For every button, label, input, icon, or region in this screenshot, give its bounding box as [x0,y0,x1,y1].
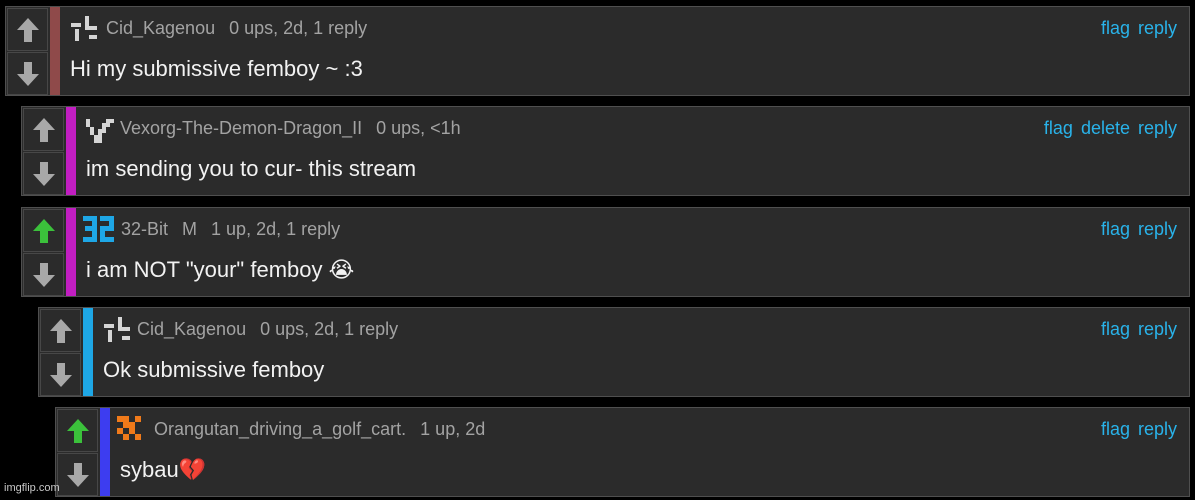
32-bit-avatar-icon[interactable] [82,214,116,244]
upvote-button[interactable] [40,309,81,352]
reply-link[interactable]: reply [1138,319,1177,339]
upvote-button[interactable] [57,409,98,452]
comment-actions: flag reply [1093,419,1177,440]
downvote-button[interactable] [23,253,64,296]
arrow-down-icon [32,262,55,287]
comment-actions: flag reply [1093,219,1177,240]
username-link[interactable]: Orangutan_driving_a_golf_cart. [154,419,406,439]
comment-meta: Vexorg-The-Demon-Dragon_II 0 ups, <1h [120,118,461,139]
comment-meta: Cid_Kagenou 0 ups, 2d, 1 reply [137,319,398,340]
comment-meta: 32-Bit M 1 up, 2d, 1 reply [121,219,340,240]
comment-meta: Orangutan_driving_a_golf_cart. 1 up, 2d [154,419,485,440]
comment-meta: Cid_Kagenou 0 ups, 2d, 1 reply [106,18,367,39]
upvote-button[interactable] [7,8,48,51]
delete-link[interactable]: delete [1081,118,1130,138]
username-link[interactable]: Cid_Kagenou [106,18,215,38]
downvote-button[interactable] [7,52,48,95]
arrow-up-icon [32,218,55,243]
upvote-button[interactable] [23,209,64,252]
thread-depth-bar [100,408,110,496]
reply-link[interactable]: reply [1138,419,1177,439]
vote-column [56,408,100,496]
thread-depth-bar [50,7,60,95]
arrow-down-icon [49,362,72,387]
comment-text: sybau💔 [120,457,207,482]
imgflip-watermark: imgflip.com [4,482,60,494]
reply-link[interactable]: reply [1138,118,1177,138]
arrow-up-icon [66,418,89,443]
comment-actions: flag reply [1093,319,1177,340]
arrow-up-icon [16,17,39,42]
comment-actions: flag reply [1093,18,1177,39]
arrow-up-icon [32,117,55,142]
vote-column [22,208,66,296]
comment-stats: 1 up, 2d [420,419,486,439]
username-link[interactable]: Vexorg-The-Demon-Dragon_II [120,118,362,138]
downvote-button[interactable] [57,453,98,496]
vote-column [22,107,66,195]
flag-link[interactable]: flag [1101,18,1130,38]
vote-column [39,308,83,396]
comment: Vexorg-The-Demon-Dragon_II 0 ups, <1h fla… [21,106,1190,196]
cid-avatar-icon[interactable] [102,314,132,344]
comment-stats: 0 ups, 2d, 1 reply [229,18,368,38]
vexorg-avatar-icon[interactable] [85,115,115,145]
comment-text: im sending you to cur- this stream [86,156,417,181]
comment-text: i am NOT "your" femboy 😭 [86,257,355,282]
comment-actions: flag delete reply [1036,118,1177,139]
cid-avatar-icon[interactable] [69,13,99,43]
flag-link[interactable]: flag [1044,118,1073,138]
username-link[interactable]: 32-Bit [121,219,168,239]
username-link[interactable]: Cid_Kagenou [137,319,246,339]
arrow-down-icon [16,61,39,86]
gender-badge: M [182,219,198,239]
downvote-button[interactable] [40,353,81,396]
flag-link[interactable]: flag [1101,319,1130,339]
comment: Orangutan_driving_a_golf_cart. 1 up, 2d f… [55,407,1190,497]
comment-stats: 0 ups, <1h [376,118,461,138]
comment: Cid_Kagenou 0 ups, 2d, 1 reply flag reply … [38,307,1190,397]
arrow-up-icon [49,318,72,343]
arrow-down-icon [32,161,55,186]
vote-column [6,7,50,95]
flag-link[interactable]: flag [1101,419,1130,439]
comment: 32-Bit M 1 up, 2d, 1 reply flag reply i am … [21,207,1190,297]
orangutan-avatar-icon[interactable] [115,414,145,444]
flag-link[interactable]: flag [1101,219,1130,239]
comment-stats: 1 up, 2d, 1 reply [211,219,341,239]
upvote-button[interactable] [23,108,64,151]
reply-link[interactable]: reply [1138,18,1177,38]
comment: Cid_Kagenou 0 ups, 2d, 1 reply flag reply … [5,6,1190,96]
thread-depth-bar [83,308,93,396]
comment-stats: 0 ups, 2d, 1 reply [260,319,399,339]
thread-depth-bar [66,208,76,296]
comment-text: Hi my submissive femboy ~ :3 [70,56,363,81]
thread-depth-bar [66,107,76,195]
arrow-down-icon [66,462,89,487]
reply-link[interactable]: reply [1138,219,1177,239]
comment-text: Ok submissive femboy [103,357,325,382]
downvote-button[interactable] [23,152,64,195]
